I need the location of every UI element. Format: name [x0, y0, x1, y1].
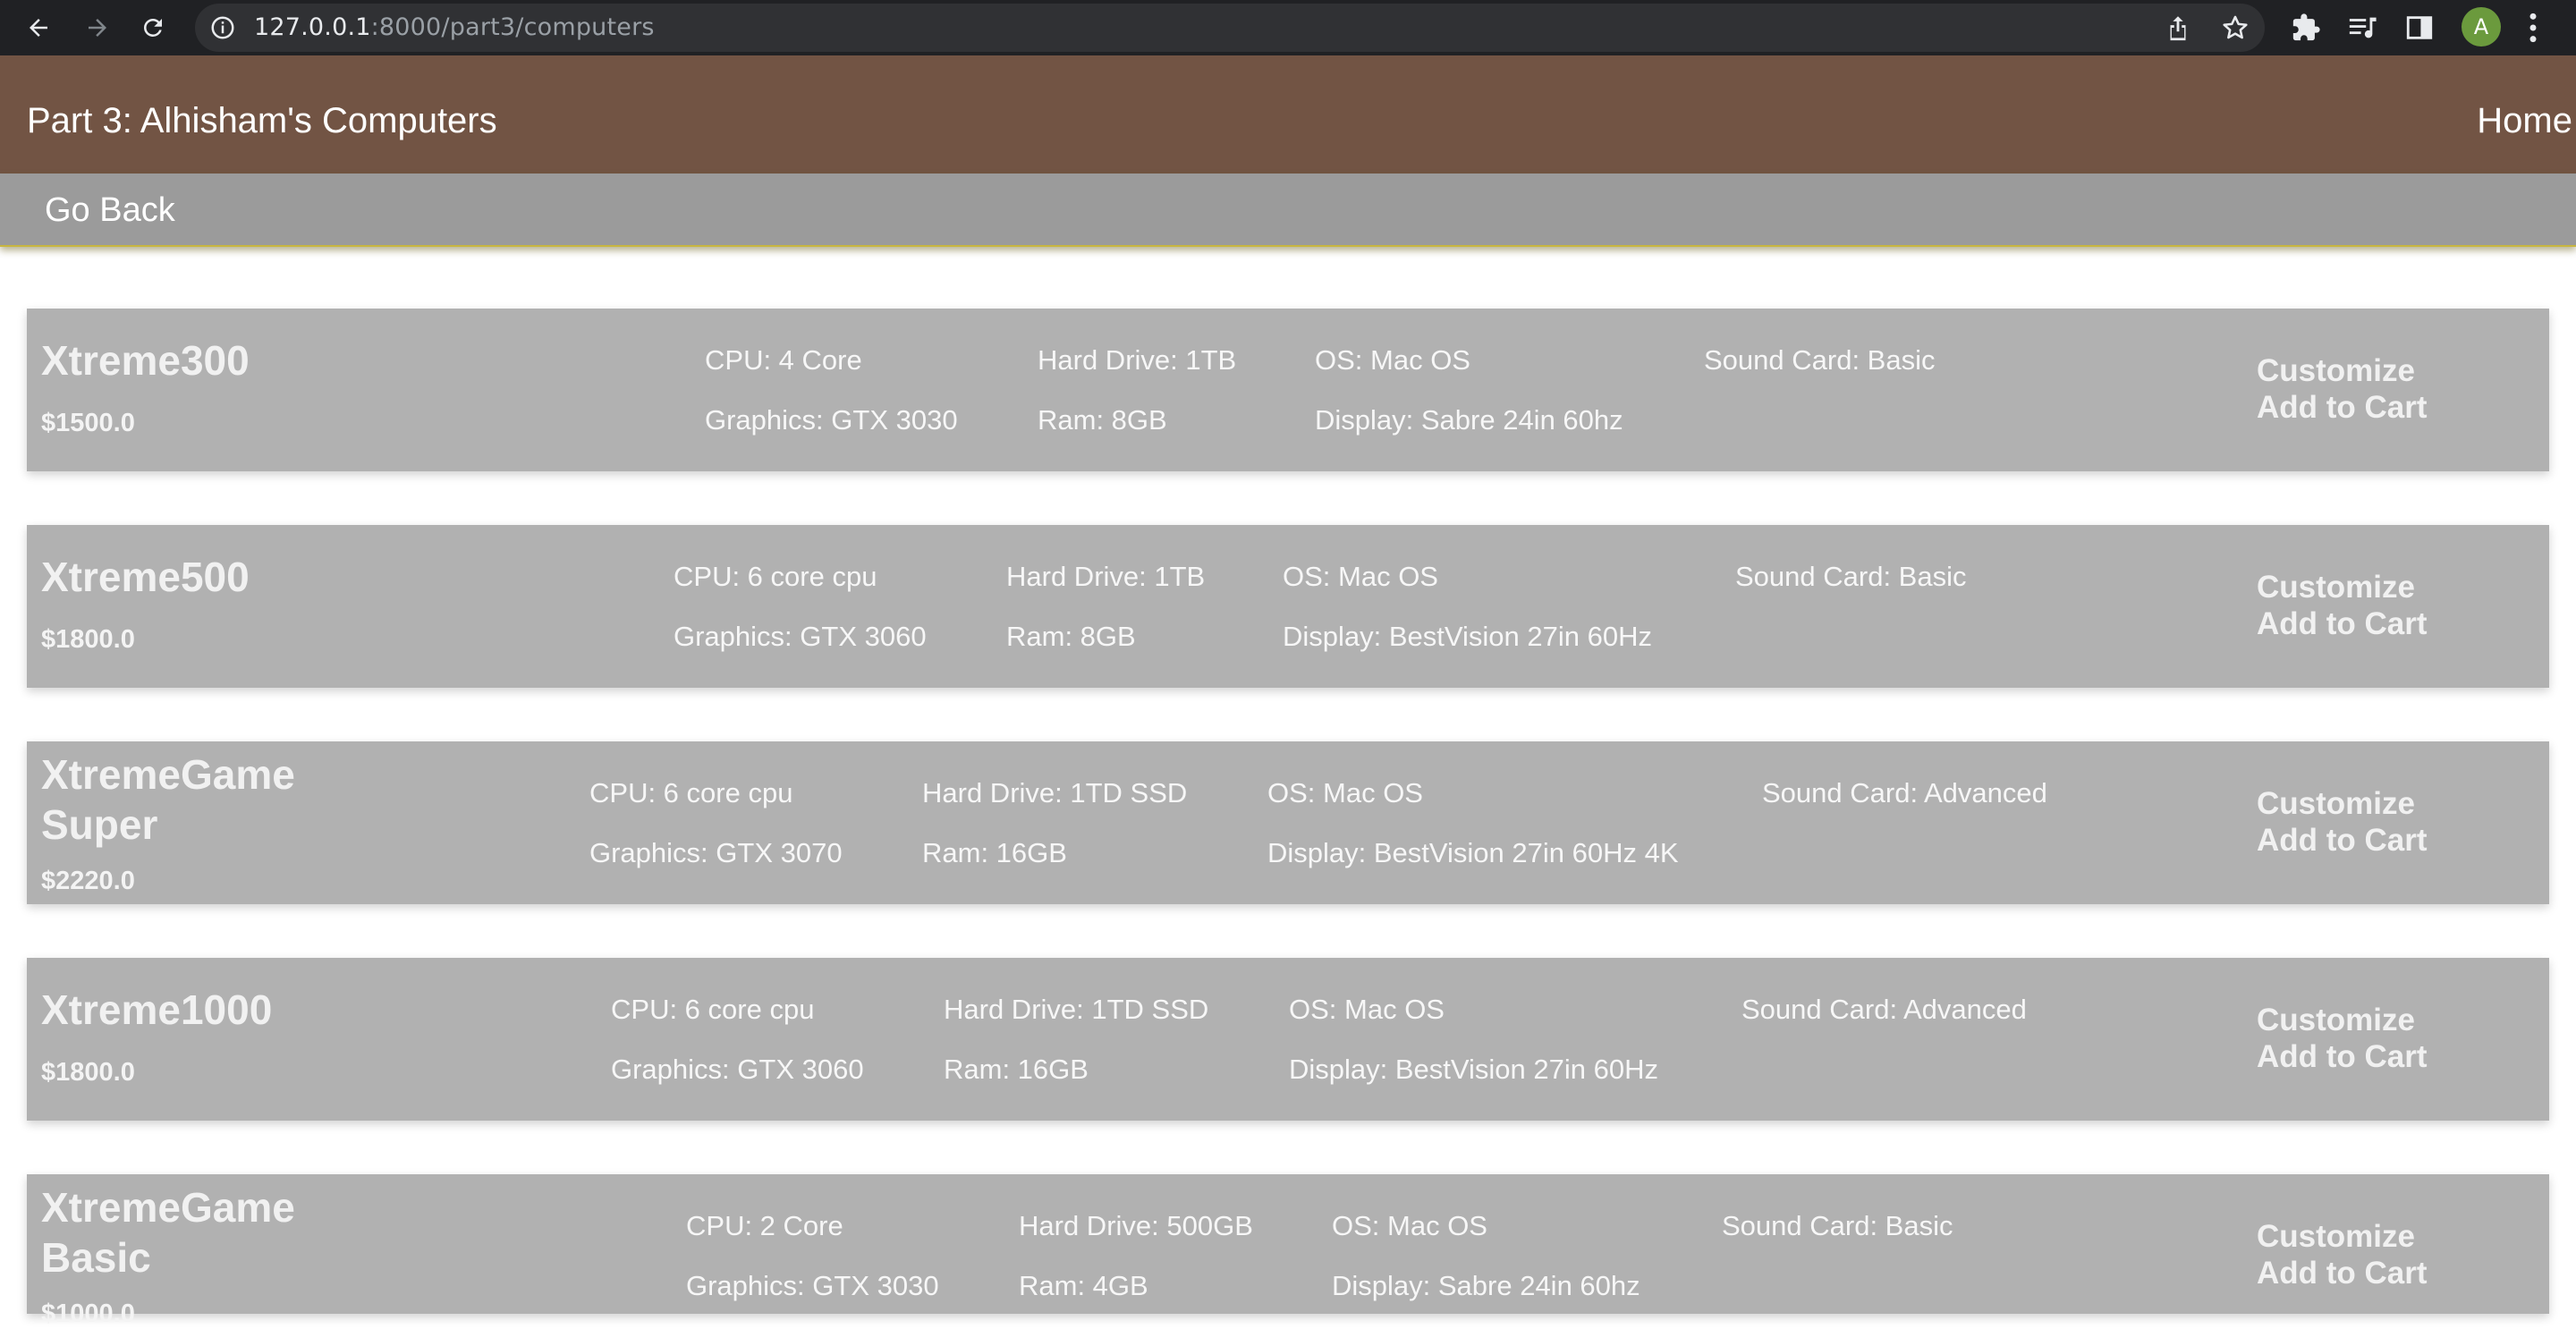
computer-card: Xtreme1000 $1800.0 CPU: 6 core cpu Graph…	[27, 958, 2549, 1121]
forward-arrow-icon[interactable]	[77, 7, 118, 48]
spec-graphics: Graphics: GTX 3060	[674, 621, 927, 652]
share-icon[interactable]	[2163, 13, 2193, 43]
spec-display: Display: BestVision 27in 60Hz 4K	[1267, 837, 1679, 868]
spec-hard-drive: Hard Drive: 1TB	[1006, 561, 1206, 592]
computer-name: XtremeGame Super	[41, 751, 295, 848]
profile-avatar[interactable]: A	[2462, 7, 2501, 47]
go-back-link[interactable]: Go Back	[45, 174, 175, 247]
site-header: Part 3: Alhisham's Computers Home	[0, 55, 2576, 174]
more-menu-icon[interactable]	[2524, 11, 2542, 45]
spec-ram: Ram: 8GB	[1038, 404, 1167, 436]
add-to-cart-button[interactable]: Add to Cart	[2257, 823, 2428, 859]
computer-price: $1500.0	[41, 409, 135, 437]
computer-card: Xtreme500 $1800.0 CPU: 6 core cpu Graphi…	[27, 525, 2549, 688]
star-bookmark-icon[interactable]	[2220, 13, 2250, 43]
spec-display: Display: Sabre 24in 60hz	[1315, 404, 1623, 436]
add-to-cart-button[interactable]: Add to Cart	[2257, 606, 2428, 642]
spec-display: Display: BestVision 27in 60Hz	[1283, 621, 1652, 652]
sub-navigation-bar: Go Back	[0, 174, 2576, 247]
spec-ram: Ram: 8GB	[1006, 621, 1136, 652]
spec-hard-drive: Hard Drive: 1TD SSD	[944, 994, 1209, 1025]
computer-price: $1800.0	[41, 1058, 135, 1087]
spec-hard-drive: Hard Drive: 1TD SSD	[922, 777, 1188, 808]
spec-sound-card: Sound Card: Advanced	[1762, 777, 2047, 808]
add-to-cart-button[interactable]: Add to Cart	[2257, 1039, 2428, 1075]
reload-icon[interactable]	[132, 7, 174, 48]
computer-name: Xtreme1000	[41, 986, 273, 1033]
spec-os: OS: Mac OS	[1289, 994, 1445, 1025]
spec-os: OS: Mac OS	[1267, 777, 1423, 808]
info-icon[interactable]	[209, 14, 236, 41]
spec-display: Display: BestVision 27in 60Hz	[1289, 1054, 1658, 1085]
address-bar[interactable]: 127.0.0.1:8000/part3/computers	[195, 4, 2265, 52]
spec-cpu: CPU: 2 Core	[686, 1210, 843, 1241]
spec-graphics: Graphics: GTX 3030	[686, 1270, 939, 1301]
spec-os: OS: Mac OS	[1332, 1210, 1487, 1241]
spec-hard-drive: Hard Drive: 1TB	[1038, 344, 1237, 376]
browser-toolbar: 127.0.0.1:8000/part3/computers A	[0, 0, 2576, 55]
add-to-cart-button[interactable]: Add to Cart	[2257, 390, 2428, 426]
computer-card: XtremeGame Basic $1000.0 CPU: 2 Core Gra…	[27, 1174, 2549, 1328]
spec-display: Display: Sabre 24in 60hz	[1332, 1270, 1640, 1301]
add-to-cart-button[interactable]: Add to Cart	[2257, 1256, 2428, 1291]
spec-hard-drive: Hard Drive: 500GB	[1019, 1210, 1253, 1241]
spec-ram: Ram: 16GB	[944, 1054, 1089, 1085]
computer-name: Xtreme500	[41, 554, 250, 600]
spec-cpu: CPU: 6 core cpu	[589, 777, 793, 808]
home-link[interactable]: Home	[2477, 55, 2572, 186]
customize-button[interactable]: Customize	[2257, 353, 2415, 389]
computer-price: $1000.0	[41, 1299, 135, 1328]
spec-os: OS: Mac OS	[1315, 344, 1470, 376]
spec-cpu: CPU: 4 Core	[705, 344, 862, 376]
spec-sound-card: Sound Card: Advanced	[1741, 994, 2027, 1025]
reading-list-icon[interactable]	[2347, 13, 2377, 43]
spec-graphics: Graphics: GTX 3070	[589, 837, 843, 868]
url-path: :8000/part3/computers	[370, 13, 655, 41]
computer-price: $1800.0	[41, 625, 135, 654]
computer-name: XtremeGame Basic	[41, 1184, 295, 1281]
spec-sound-card: Sound Card: Basic	[1735, 561, 1967, 592]
spec-cpu: CPU: 6 core cpu	[674, 561, 877, 592]
spec-ram: Ram: 16GB	[922, 837, 1067, 868]
spec-cpu: CPU: 6 core cpu	[611, 994, 815, 1025]
spec-graphics: Graphics: GTX 3060	[611, 1054, 864, 1085]
customize-button[interactable]: Customize	[2257, 1003, 2415, 1038]
computer-card: XtremeGame Super $2220.0 CPU: 6 core cpu…	[27, 741, 2549, 904]
spec-sound-card: Sound Card: Basic	[1722, 1210, 1953, 1241]
customize-button[interactable]: Customize	[2257, 1219, 2415, 1255]
spec-graphics: Graphics: GTX 3030	[705, 404, 958, 436]
customize-button[interactable]: Customize	[2257, 786, 2415, 822]
site-title: Part 3: Alhisham's Computers	[27, 101, 497, 140]
url-text: 127.0.0.1:8000/part3/computers	[254, 4, 655, 52]
back-arrow-icon[interactable]	[18, 7, 59, 48]
extensions-puzzle-icon[interactable]	[2291, 13, 2321, 43]
customize-button[interactable]: Customize	[2257, 570, 2415, 605]
url-host: 127.0.0.1	[254, 13, 371, 41]
computer-price: $2220.0	[41, 867, 135, 895]
side-panel-icon[interactable]	[2404, 13, 2435, 43]
computer-name: Xtreme300	[41, 337, 250, 384]
spec-ram: Ram: 4GB	[1019, 1270, 1148, 1301]
spec-sound-card: Sound Card: Basic	[1704, 344, 1936, 376]
spec-os: OS: Mac OS	[1283, 561, 1438, 592]
computer-card: Xtreme300 $1500.0 CPU: 4 Core Graphics: …	[27, 309, 2549, 471]
